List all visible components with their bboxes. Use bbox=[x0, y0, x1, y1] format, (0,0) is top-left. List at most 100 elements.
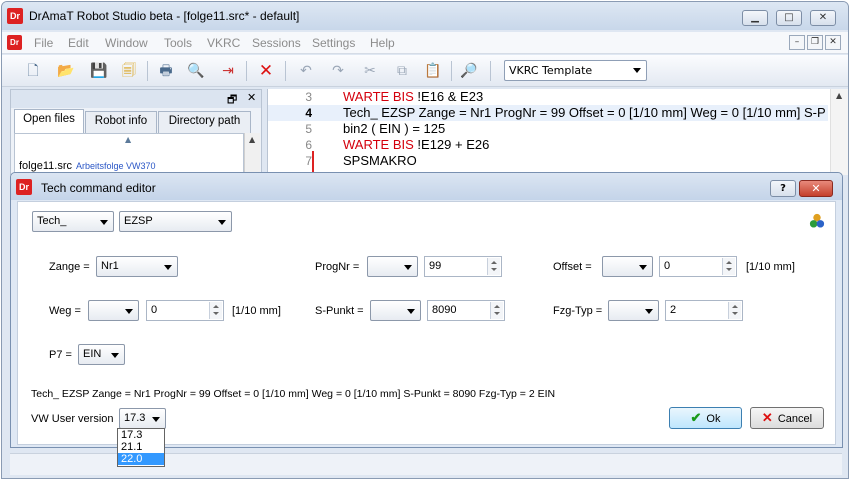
code-text: WARTE BIS !E129 + E26 bbox=[343, 137, 490, 152]
scroll-up-icon[interactable]: ▲ bbox=[836, 91, 842, 100]
scroll-up-icon[interactable]: ▲ bbox=[249, 135, 255, 144]
maximize-button[interactable]: □ bbox=[776, 10, 802, 26]
exit-icon[interactable]: ⇥ bbox=[217, 61, 239, 81]
version-value: 17.3 bbox=[124, 412, 146, 424]
code-line[interactable]: 7 SPSMAKRO bbox=[268, 153, 828, 169]
prognr-mode-select[interactable] bbox=[367, 256, 418, 277]
cut-icon[interactable]: ✂ bbox=[359, 61, 381, 81]
menu-tools[interactable]: Tools bbox=[164, 36, 192, 50]
code-line-current[interactable]: 4 Tech_ EZSP Zange = Nr1 ProgNr = 99 Off… bbox=[268, 105, 828, 121]
spin-stepper[interactable] bbox=[490, 302, 503, 319]
zange-select[interactable]: Nr1 bbox=[96, 256, 178, 277]
spin-stepper[interactable] bbox=[487, 258, 500, 275]
save-all-icon[interactable]: 🗐 bbox=[118, 61, 140, 81]
menu-edit[interactable]: Edit bbox=[68, 36, 89, 50]
code-editor[interactable]: 3 WARTE BIS !E16 & E23 4 Tech_ EZSP Zang… bbox=[267, 89, 848, 175]
toolbar-separator bbox=[147, 61, 148, 81]
chevron-down-icon bbox=[639, 265, 647, 270]
menu-help[interactable]: Help bbox=[370, 36, 395, 50]
dialog-title: Tech command editor bbox=[41, 181, 156, 195]
app-logo-icon: Dr bbox=[7, 8, 23, 24]
offset-mode-select[interactable] bbox=[602, 256, 653, 277]
spin-stepper[interactable] bbox=[722, 258, 735, 275]
template-select[interactable]: VKRC Template bbox=[504, 60, 647, 81]
zange-label: Zange = bbox=[49, 261, 90, 273]
menu-sessions[interactable]: Sessions bbox=[252, 36, 301, 50]
minimize-button[interactable]: ▁ bbox=[742, 10, 768, 26]
doc-logo-icon: Dr bbox=[7, 35, 22, 50]
line-number: 4 bbox=[305, 106, 312, 120]
version-option[interactable]: 17.3 bbox=[118, 429, 164, 441]
offset-input[interactable]: 0 bbox=[659, 256, 737, 277]
ok-button[interactable]: ✔ Ok bbox=[669, 407, 742, 429]
menu-vkrc[interactable]: VKRC bbox=[207, 36, 240, 50]
panel-header: 🗗 ✕ bbox=[11, 90, 261, 108]
save-icon[interactable]: 💾 bbox=[88, 61, 110, 81]
toolbar-separator bbox=[285, 61, 286, 81]
file-name: folge11.src bbox=[19, 160, 72, 172]
undo-icon[interactable]: ↶ bbox=[295, 61, 317, 81]
code-line[interactable]: 5 bin2 ( EIN ) = 125 bbox=[268, 121, 828, 137]
tab-open-files[interactable]: Open files bbox=[14, 109, 84, 134]
weg-input[interactable]: 0 bbox=[146, 300, 224, 321]
mdi-close-button[interactable]: ✕ bbox=[825, 35, 841, 50]
cancel-button[interactable]: ✕ Cancel bbox=[750, 407, 824, 429]
prognr-input[interactable]: 99 bbox=[424, 256, 502, 277]
mdi-minimize-button[interactable]: – bbox=[789, 35, 805, 50]
p7-label: P7 = bbox=[49, 349, 72, 361]
dialog-body: Tech_ EZSP Zange = Nr1 ProgNr = 99 Offse… bbox=[17, 201, 836, 445]
close-dialog-button[interactable]: ✕ bbox=[799, 180, 833, 197]
offset-unit: [1/10 mm] bbox=[746, 261, 795, 273]
line-number: 6 bbox=[305, 138, 312, 152]
version-option-highlighted[interactable]: 22.0 bbox=[118, 453, 164, 465]
menu-bar: Dr File Edit Window Tools VKRC Sessions … bbox=[2, 32, 848, 54]
code-line[interactable]: 3 WARTE BIS !E16 & E23 bbox=[268, 89, 828, 105]
spunkt-mode-select[interactable] bbox=[370, 300, 421, 321]
menu-window[interactable]: Window bbox=[105, 36, 148, 50]
cancel-label: Cancel bbox=[777, 413, 813, 425]
delete-icon[interactable]: ✕ bbox=[255, 61, 277, 81]
paste-icon[interactable]: 📋 bbox=[422, 61, 444, 81]
menu-settings[interactable]: Settings bbox=[312, 36, 355, 50]
close-icon[interactable]: ✕ bbox=[247, 91, 256, 104]
weg-value: 0 bbox=[151, 304, 158, 316]
panel-scrollbar[interactable]: ▲ bbox=[244, 133, 260, 175]
open-folder-icon[interactable]: 📂 bbox=[55, 61, 77, 81]
subcommand-select[interactable]: EZSP bbox=[119, 211, 232, 232]
tab-directory-path[interactable]: Directory path bbox=[158, 111, 251, 133]
spunkt-input[interactable]: 8090 bbox=[427, 300, 505, 321]
weg-mode-select[interactable] bbox=[88, 300, 139, 321]
close-window-button[interactable]: ✕ bbox=[810, 10, 836, 26]
p7-select[interactable]: EIN bbox=[78, 344, 125, 365]
chevron-down-icon bbox=[152, 417, 160, 422]
print-icon[interactable]: 🖶 bbox=[155, 61, 177, 81]
chevron-down-icon bbox=[645, 309, 653, 314]
menu-file[interactable]: File bbox=[34, 36, 53, 50]
list-item[interactable]: folge11.src Arbeitsfolge VW370 bbox=[19, 160, 156, 172]
scroll-up-icon[interactable]: ▲ bbox=[125, 135, 131, 144]
fzgtyp-input[interactable]: 2 bbox=[665, 300, 743, 321]
new-file-icon[interactable]: 🗋 bbox=[22, 61, 44, 81]
version-option[interactable]: 21.1 bbox=[118, 441, 164, 453]
find-icon[interactable]: 🔎 bbox=[458, 61, 480, 81]
redo-icon[interactable]: ↷ bbox=[327, 61, 349, 81]
pin-icon[interactable]: 🗗 bbox=[227, 91, 237, 110]
fzgtyp-mode-select[interactable] bbox=[608, 300, 659, 321]
left-panel: 🗗 ✕ Open files Robot info Directory path… bbox=[10, 89, 262, 175]
help-button[interactable]: ? bbox=[770, 180, 796, 197]
editor-scrollbar[interactable]: ▲ bbox=[830, 89, 848, 175]
code-line[interactable]: 6 WARTE BIS !E129 + E26 bbox=[268, 137, 828, 153]
cancel-x-icon: ✕ bbox=[761, 410, 773, 425]
command-select[interactable]: Tech_ bbox=[32, 211, 114, 232]
zange-value: Nr1 bbox=[101, 260, 119, 272]
line-number: 7 bbox=[305, 154, 312, 168]
tab-robot-info[interactable]: Robot info bbox=[85, 111, 157, 133]
spin-stepper[interactable] bbox=[728, 302, 741, 319]
version-select[interactable]: 17.3 bbox=[119, 408, 166, 429]
spin-stepper[interactable] bbox=[209, 302, 222, 319]
copy-icon[interactable]: ⧉ bbox=[391, 61, 413, 81]
print-preview-icon[interactable]: 🔍 bbox=[185, 61, 207, 81]
ok-label: Ok bbox=[706, 413, 721, 425]
mdi-restore-button[interactable]: ❐ bbox=[807, 35, 823, 50]
command-select-value: Tech_ bbox=[37, 215, 67, 227]
